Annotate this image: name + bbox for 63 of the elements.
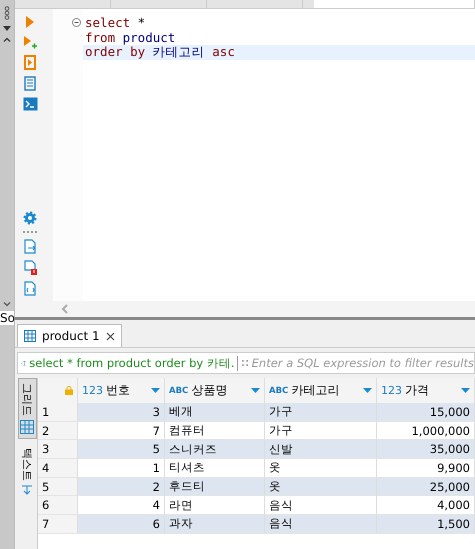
- code-line: order by 카테고리 asc: [85, 44, 235, 61]
- document-icon[interactable]: [24, 76, 36, 91]
- code-line: select *: [85, 15, 146, 30]
- dropdown-arrow-icon[interactable]: [251, 388, 260, 393]
- separator-dots-icon: [23, 231, 37, 233]
- table-cell: 과자: [165, 515, 265, 534]
- table-cell: 3: [78, 403, 165, 422]
- row-number: 7: [38, 515, 78, 534]
- row-number: 1: [38, 403, 78, 422]
- column-header[interactable]: 123 가격: [377, 378, 475, 404]
- row-number: 3: [38, 440, 78, 460]
- play-icon[interactable]: [25, 15, 35, 29]
- table-cell: 신발: [265, 440, 377, 460]
- table-cell: 1,500: [377, 515, 475, 534]
- dropdown-arrow-icon[interactable]: [3, 26, 11, 31]
- table-cell: 2: [78, 478, 165, 496]
- grid-icon: [20, 420, 34, 434]
- lock-icon: [65, 386, 73, 395]
- text-icon: [21, 485, 33, 495]
- file-variable-icon[interactable]: [24, 281, 36, 296]
- code-line: from product: [85, 30, 176, 45]
- column-header[interactable]: 123 번호: [78, 378, 165, 404]
- scroll-left-icon[interactable]: [61, 304, 68, 314]
- table-cell: 스니커즈: [165, 440, 265, 460]
- column-header[interactable]: ABC 카테고리: [265, 378, 377, 404]
- filter-placeholder: Enter a SQL expression to filter results: [250, 356, 474, 370]
- file-export-icon[interactable]: [24, 239, 36, 254]
- column-header[interactable]: ABC 상품명: [165, 378, 265, 404]
- table-cell: 25,000: [377, 478, 475, 496]
- terminal-icon[interactable]: [22, 97, 38, 111]
- result-tab[interactable]: product 1: [17, 324, 122, 347]
- table-cell: 베개: [165, 403, 265, 422]
- table-cell: 가구: [265, 403, 377, 422]
- row-number: 5: [38, 478, 78, 496]
- table-cell: 35,000: [377, 440, 475, 460]
- chevron-down-icon[interactable]: [3, 302, 11, 307]
- row-number: 6: [38, 496, 78, 516]
- sql-editor[interactable]: select * from product order by 카테고리 asc: [53, 9, 475, 301]
- table-cell: 5: [78, 440, 165, 460]
- dropdown-arrow-icon[interactable]: [461, 388, 470, 393]
- view-tab[interactable]: 텍스트: [18, 443, 36, 500]
- file-error-icon[interactable]: [24, 260, 36, 275]
- table-cell: 옷: [265, 478, 377, 496]
- script-run-icon[interactable]: [23, 55, 37, 70]
- fold-toggle-icon[interactable]: [72, 18, 81, 27]
- filter-field[interactable]: select * from product order by 카테. Enter a SQL expression to filter results: [17, 352, 475, 374]
- table-cell: 15,000: [377, 403, 475, 422]
- query-text: select * from product order by 카테.: [27, 356, 238, 370]
- close-icon[interactable]: [106, 332, 115, 340]
- dropdown-arrow-icon[interactable]: [151, 388, 160, 393]
- dropdown-arrow-icon[interactable]: [363, 388, 372, 393]
- row-number: 2: [38, 422, 78, 440]
- dots-icon[interactable]: [4, 6, 10, 20]
- table-icon: [24, 330, 36, 342]
- view-tab[interactable]: 그리드: [18, 378, 36, 439]
- table-cell: 후드티: [165, 478, 265, 496]
- chevron-up-icon[interactable]: [3, 37, 11, 42]
- table-cell: 음식: [265, 515, 377, 534]
- play-plus-icon[interactable]: [23, 35, 37, 49]
- row-number: 4: [38, 459, 78, 478]
- table-cell: 6: [78, 515, 165, 534]
- panel-text: So: [0, 311, 14, 325]
- settings-icon[interactable]: [23, 211, 37, 225]
